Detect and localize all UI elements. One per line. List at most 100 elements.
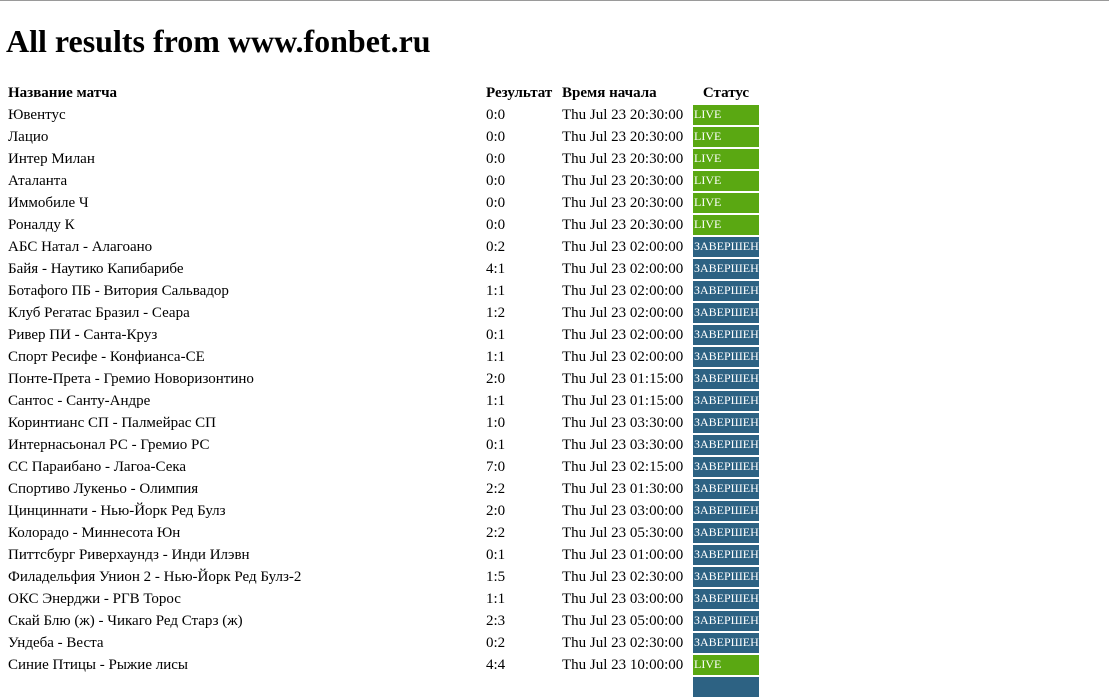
table-row: Сантос - Санту-Андре 1:1 Thu Jul 23 01:15:… <box>7 391 759 411</box>
result-cell: 0:1 <box>486 547 506 563</box>
result-cell: 1:1 <box>486 349 506 365</box>
start-time-cell: Thu Jul 23 03:30:00 <box>562 415 684 431</box>
match-name-cell: Коринтианс СП - Палмейрас СП <box>8 415 217 431</box>
status-badge <box>693 677 759 697</box>
start-time-cell: Thu Jul 23 02:00:00 <box>562 305 684 321</box>
header-result: Результат <box>486 85 553 101</box>
table-row: Цинциннати - Нью-Йорк Ред Булз 2:0 Thu Jul… <box>7 501 759 521</box>
table-row: Ривер ПИ - Санта-Круз 0:1 Thu Jul 23 02:00… <box>7 325 759 345</box>
result-cell: 7:0 <box>486 459 506 475</box>
start-time-cell: Thu Jul 23 02:00:00 <box>562 349 684 365</box>
status-cell: ЗАВЕРШЕН <box>693 435 759 455</box>
table-row: Колорадо - Миннесота Юн 2:2 Thu Jul 23 05:… <box>7 523 759 543</box>
table-row: Лацио 0:0 Thu Jul 23 20:30:00 LIVE <box>7 127 759 147</box>
status-cell: LIVE <box>693 149 759 169</box>
table-row: Питтсбург Риверхаундз - Инди Илэвн 0:1 Thu… <box>7 545 759 565</box>
match-name-cell: Спорт Ресифе - Конфианса-СЕ <box>8 349 205 365</box>
status-badge: ЗАВЕРШЕН <box>693 501 759 521</box>
table-row: Интер Милан 0:0 Thu Jul 23 20:30:00 LIVE <box>7 149 759 169</box>
start-time-cell: Thu Jul 23 20:30:00 <box>562 151 684 167</box>
result-cell: 0:1 <box>486 437 506 453</box>
status-cell: ЗАВЕРШЕН <box>693 523 759 543</box>
status-badge: LIVE <box>693 215 759 235</box>
result-cell: 1:0 <box>486 415 506 431</box>
status-cell: LIVE <box>693 193 759 213</box>
match-name-cell: ОКС Энерджи - РГВ Торос <box>8 591 181 607</box>
table-row: ОКС Энерджи - РГВ Торос 1:1 Thu Jul 23 03:… <box>7 589 759 609</box>
status-cell: ЗАВЕРШЕН <box>693 545 759 565</box>
table-header-row: Название матча Результат Время начала Ст… <box>7 84 759 103</box>
table-row: Филадельфия Унион 2 - Нью-Йорк Ред Булз-… <box>7 567 759 587</box>
header-match-name: Название матча <box>8 85 118 101</box>
start-time-cell: Thu Jul 23 01:15:00 <box>562 393 684 409</box>
status-cell: ЗАВЕРШЕН <box>693 501 759 521</box>
status-cell: ЗАВЕРШЕН <box>693 281 759 301</box>
status-cell: ЗАВЕРШЕН <box>693 567 759 587</box>
start-time-cell: Thu Jul 23 10:00:00 <box>562 657 684 673</box>
match-name-cell: Колорадо - Миннесота Юн <box>8 525 181 541</box>
status-cell: ЗАВЕРШЕН <box>693 303 759 323</box>
header-status: Статус <box>702 85 750 101</box>
start-time-cell: Thu Jul 23 03:00:00 <box>562 591 684 607</box>
match-name-cell: Спортиво Лукеньо - Олимпия <box>8 481 199 497</box>
result-cell: 2:0 <box>486 371 506 387</box>
result-cell: 1:1 <box>486 283 506 299</box>
match-name-cell: Лацио <box>8 129 49 145</box>
start-time-cell: Thu Jul 23 20:30:00 <box>562 173 684 189</box>
page-title: All results from www.fonbet.ru <box>6 23 431 59</box>
start-time-cell: Thu Jul 23 02:30:00 <box>562 635 684 651</box>
status-cell: ЗАВЕРШЕН <box>693 479 759 499</box>
match-name-cell: Ундеба - Веста <box>8 635 104 651</box>
status-badge: LIVE <box>693 193 759 213</box>
match-name-cell: Роналду К <box>8 217 75 233</box>
result-cell: 2:3 <box>486 613 506 629</box>
result-cell: 0:0 <box>486 173 506 189</box>
status-badge: ЗАВЕРШЕН <box>693 435 759 455</box>
match-name-cell: Понте-Прета - Гремио Новоризонтино <box>8 371 254 387</box>
start-time-cell: Thu Jul 23 20:30:00 <box>562 217 684 233</box>
result-cell: 0:0 <box>486 195 506 211</box>
result-cell: 2:0 <box>486 503 506 519</box>
status-cell: ЗАВЕРШЕН <box>693 369 759 389</box>
match-name-cell: Ювентус <box>8 107 66 123</box>
result-cell: 1:2 <box>486 305 506 321</box>
result-cell: 4:4 <box>486 657 506 673</box>
status-badge: ЗАВЕРШЕН <box>693 281 759 301</box>
result-cell: 0:1 <box>486 327 506 343</box>
status-cell: LIVE <box>693 105 759 125</box>
start-time-cell: Thu Jul 23 03:00:00 <box>562 503 684 519</box>
table-row: Роналду К 0:0 Thu Jul 23 20:30:00 LIVE <box>7 215 759 235</box>
status-badge: ЗАВЕРШЕН <box>693 413 759 433</box>
status-cell: LIVE <box>693 655 759 675</box>
status-cell: LIVE <box>693 171 759 191</box>
table-row: Иммобиле Ч 0:0 Thu Jul 23 20:30:00 LIVE <box>7 193 759 213</box>
status-cell: ЗАВЕРШЕН <box>693 259 759 279</box>
match-name-cell <box>7 677 483 697</box>
table-row: Байя - Наутико Капибарибе 4:1 Thu Jul 23 0… <box>7 259 759 279</box>
result-cell: 0:0 <box>486 217 506 233</box>
start-time-cell: Thu Jul 23 02:00:00 <box>562 261 684 277</box>
status-cell: ЗАВЕРШЕН <box>693 589 759 609</box>
match-name-cell: Интер Милан <box>8 151 95 167</box>
table-row: СС Параибано - Лагоа-Сека 7:0 Thu Jul 23 0… <box>7 457 759 477</box>
table-row: Ботафого ПБ - Витория Сальвадор 1:1 Thu Ju… <box>7 281 759 301</box>
match-name-cell: Сантос - Санту-Андре <box>8 393 151 409</box>
result-cell: 2:2 <box>486 525 506 541</box>
match-name-cell: Питтсбург Риверхаундз - Инди Илэвн <box>8 547 250 563</box>
result-cell: 4:1 <box>486 261 506 277</box>
table-row: Ундеба - Веста 0:2 Thu Jul 23 02:30:00 ЗАВЕ… <box>7 633 759 653</box>
result-cell: 0:2 <box>486 239 506 255</box>
result-cell <box>485 677 559 697</box>
status-badge: LIVE <box>693 171 759 191</box>
status-badge: LIVE <box>693 655 759 675</box>
status-cell: ЗАВЕРШЕН <box>693 325 759 345</box>
table-row: Понте-Прета - Гремио Новоризонтино 2:0 Thu… <box>7 369 759 389</box>
table-row: Спорт Ресифе - Конфианса-СЕ 1:1 Thu Jul 23… <box>7 347 759 367</box>
match-name-cell: Скай Блю (ж) - Чикаго Ред Старз (ж) <box>8 613 243 629</box>
start-time-cell: Thu Jul 23 20:30:00 <box>562 129 684 145</box>
status-badge: LIVE <box>693 105 759 125</box>
start-time-cell <box>561 677 691 697</box>
status-cell: ЗАВЕРШЕН <box>693 413 759 433</box>
start-time-cell: Thu Jul 23 01:00:00 <box>562 547 684 563</box>
table-row <box>7 677 759 697</box>
